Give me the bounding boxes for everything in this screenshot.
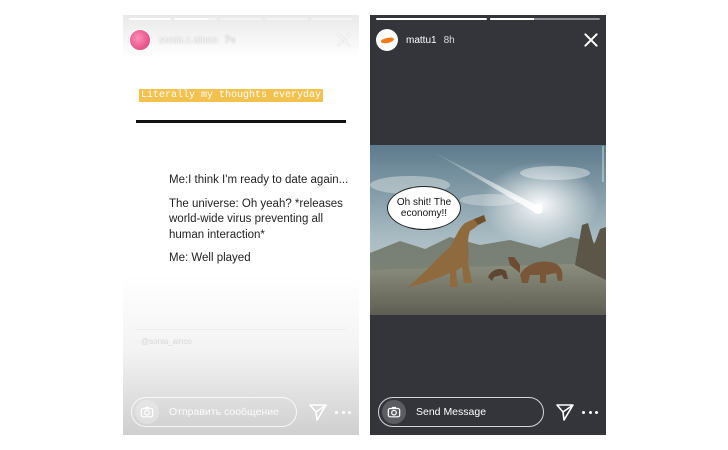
avatar[interactable] <box>129 29 151 51</box>
meme-line: Me:I think I'm ready to date again... <box>169 174 349 186</box>
story-header: sonia.x.ainos 7ч <box>129 27 353 53</box>
story-progress-bar <box>376 18 600 20</box>
progress-segment <box>489 18 600 20</box>
progress-fill <box>129 18 172 20</box>
reply-bar: Отправить сообщение <box>131 397 351 427</box>
watermark: @sonia_ainos <box>141 337 192 346</box>
progress-segment <box>174 18 217 20</box>
more-options-icon[interactable] <box>582 410 598 414</box>
divider <box>136 329 346 330</box>
camera-icon[interactable] <box>135 400 159 424</box>
scroll-indicator <box>602 146 604 182</box>
more-options-icon[interactable] <box>335 410 351 414</box>
camera-icon[interactable] <box>382 400 406 424</box>
post-time: 7ч <box>224 34 236 46</box>
username[interactable]: mattu1 <box>406 35 437 46</box>
story-header: mattu1 8h <box>376 27 600 53</box>
progress-segment <box>219 18 263 20</box>
dinosaur-meteor-illustration <box>370 145 606 315</box>
send-icon[interactable] <box>307 401 329 423</box>
meme-line: The universe: Oh yeah? *releases world-w… <box>169 197 343 241</box>
speech-bubble: Oh shit! The economy!! <box>387 186 461 230</box>
progress-fill <box>489 18 534 20</box>
progress-segment <box>376 18 487 20</box>
message-input[interactable]: Send Message <box>378 397 544 427</box>
meme-line: Me: Well played <box>169 252 251 265</box>
message-placeholder: Отправить сообщение <box>169 406 279 418</box>
story-panel-left[interactable]: sonia.x.ainos 7ч Literally my thoughts e… <box>123 15 359 435</box>
send-icon[interactable] <box>554 401 576 423</box>
story-progress-bar <box>129 18 354 20</box>
message-placeholder: Send Message <box>416 406 487 418</box>
divider <box>136 120 346 123</box>
progress-segment <box>265 18 308 20</box>
close-icon[interactable] <box>582 31 600 49</box>
story-panel-right[interactable]: mattu1 8h Oh shit! The economy!! Send Me… <box>370 15 606 435</box>
progress-fill <box>174 18 209 20</box>
meme-text: Me:I think I'm ready to date again... Th… <box>169 173 355 275</box>
progress-segment <box>310 18 354 20</box>
reply-bar: Send Message <box>378 397 598 427</box>
story-image: Oh shit! The economy!! <box>370 145 606 315</box>
close-icon[interactable] <box>335 31 353 49</box>
post-time: 8h <box>443 34 455 46</box>
progress-fill <box>376 18 487 20</box>
username[interactable]: sonia.x.ainos <box>159 35 217 46</box>
message-input[interactable]: Отправить сообщение <box>131 397 297 427</box>
progress-segment <box>129 18 172 20</box>
avatar[interactable] <box>376 29 398 51</box>
highlighted-caption: Literally my thoughts everyday <box>139 89 324 102</box>
